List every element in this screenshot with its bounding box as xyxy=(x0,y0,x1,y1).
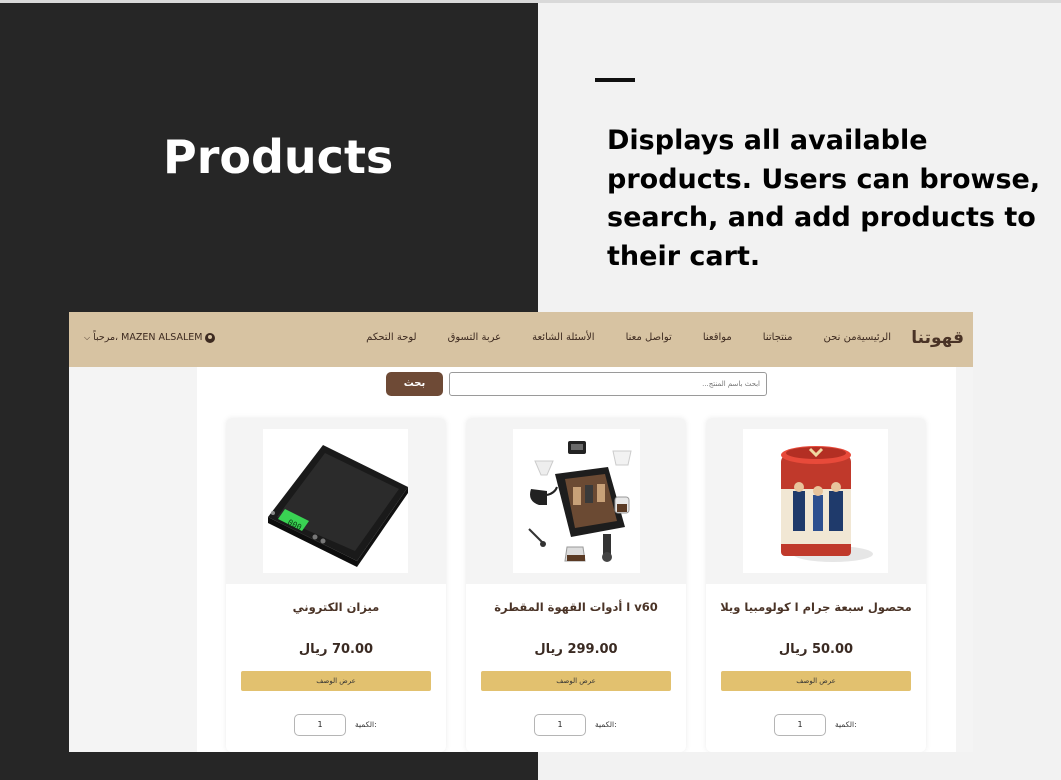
product-card: محصول سبعة جرام ا كولومبيا ويلا 50.00 ري… xyxy=(706,418,926,752)
product-price: 299.00 ريال xyxy=(534,642,618,657)
digital-scale-icon[interactable]: 000 xyxy=(263,429,408,573)
product-image-area xyxy=(466,418,686,584)
nav-item-products[interactable]: منتجاتنا xyxy=(763,332,793,343)
nav-item-dashboard[interactable]: لوحة التحكم xyxy=(366,332,416,343)
user-menu[interactable]: ⌵ مرحباً، MAZEN ALSALEM xyxy=(84,332,216,343)
quantity-input[interactable]: 1 xyxy=(534,714,586,736)
quantity-row: 1 الكمية: xyxy=(226,714,446,738)
nav-item-contact[interactable]: تواصل معنا xyxy=(626,332,672,343)
quantity-label: الكمية: xyxy=(835,720,857,729)
accent-bar xyxy=(595,78,635,82)
product-title[interactable]: v60 ا أدوات القهوة المقطرة xyxy=(466,600,686,614)
quantity-label: الكمية: xyxy=(595,720,617,729)
quantity-input[interactable]: 1 xyxy=(294,714,346,736)
view-description-button[interactable]: عرض الوصف xyxy=(241,671,431,691)
nav-item-home[interactable]: الرئيسية xyxy=(857,332,891,343)
navbar: قهوتنا الرئيسية من نحن منتجاتنا مواقعنا … xyxy=(69,312,973,367)
nav-item-about[interactable]: من نحن xyxy=(824,332,857,343)
product-price: 70.00 ريال xyxy=(298,642,374,657)
search-input[interactable] xyxy=(449,372,767,396)
nav-menu: الرئيسية من نحن منتجاتنا مواقعنا تواصل م… xyxy=(335,332,891,343)
coffee-tools-kit-icon[interactable] xyxy=(513,429,640,573)
product-card: v60 ا أدوات القهوة المقطرة 299.00 ريال ع… xyxy=(466,418,686,752)
chevron-down-icon: ⌵ xyxy=(84,332,91,342)
product-title[interactable]: محصول سبعة جرام ا كولومبيا ويلا xyxy=(706,600,926,614)
product-price: 50.00 ريال xyxy=(778,642,854,657)
view-description-button[interactable]: عرض الوصف xyxy=(481,671,671,691)
slide-title: Products xyxy=(163,130,394,184)
slide-description: Displays all available products. Users c… xyxy=(607,125,1041,272)
nav-item-faq[interactable]: الأسئلة الشائعة xyxy=(532,332,595,343)
product-card: 000 ميزان الكتروني 70.00 ريال عرض الوصف … xyxy=(226,418,446,752)
user-circle-icon xyxy=(205,332,216,343)
user-greeting: مرحباً، MAZEN ALSALEM xyxy=(93,332,203,343)
coffee-tin-icon[interactable] xyxy=(743,429,888,573)
quantity-label: الكمية: xyxy=(355,720,377,729)
product-title[interactable]: ميزان الكتروني xyxy=(226,600,446,614)
brand-logo[interactable]: قهوتنا xyxy=(911,328,964,348)
nav-item-cart[interactable]: عربة التسوق xyxy=(448,332,502,343)
nav-item-locations[interactable]: مواقعنا xyxy=(703,332,732,343)
product-image-area xyxy=(706,418,926,584)
view-description-button[interactable]: عرض الوصف xyxy=(721,671,911,691)
quantity-input[interactable]: 1 xyxy=(774,714,826,736)
quantity-row: 1 الكمية: xyxy=(466,714,686,738)
app-screenshot: قهوتنا الرئيسية من نحن منتجاتنا مواقعنا … xyxy=(69,312,973,752)
product-image-area: 000 xyxy=(226,418,446,584)
page-margin-right xyxy=(956,367,973,752)
search-button[interactable]: بحث xyxy=(386,372,443,396)
page-margin-left xyxy=(69,367,197,752)
presentation-slide: Products Displays all available products… xyxy=(0,0,1061,780)
quantity-row: 1 الكمية: xyxy=(706,714,926,738)
